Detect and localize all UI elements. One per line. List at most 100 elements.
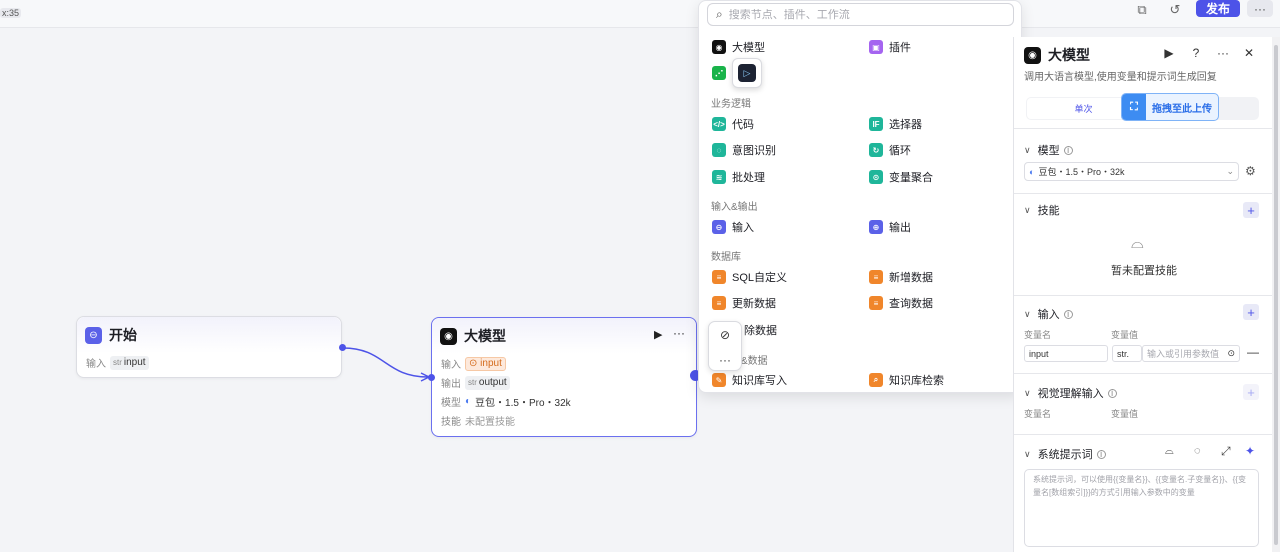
vision-col-name-label: 变量名 [1024, 409, 1052, 419]
kb-write-icon: ✎ [712, 373, 726, 387]
skills-section[interactable]: ∨ 技能 [1024, 202, 1060, 218]
section-knowledge: &数据 [741, 356, 768, 367]
run-icon[interactable]: ▶ [1161, 46, 1177, 60]
input-icon: ⊖ [712, 220, 726, 234]
picker-item-batch[interactable]: ≋ 批处理 [712, 168, 765, 186]
node-config-panel: ◉ 大模型 ▶ ? ··· ✕ 调用大语言模型,使用变量和提示词生成回复 单次 … [1013, 37, 1273, 552]
picker-item-input[interactable]: ⊖ 输入 [712, 218, 754, 236]
vision-col-value-label: 变量值 [1111, 409, 1139, 419]
info-icon: i [1063, 309, 1073, 319]
picker-item-db-add[interactable]: ≡ 新增数据 [869, 268, 933, 286]
db-update-icon: ≡ [712, 296, 726, 310]
hide-icon[interactable]: ⊘ [709, 322, 741, 347]
picker-item-intent[interactable]: ◌ 意图识别 [712, 141, 776, 159]
section-business-logic: 业务逻辑 [711, 99, 751, 110]
add-vision-input-button[interactable]: + [1243, 384, 1259, 400]
input-value-field[interactable]: 输入或引用参数值 ⊙ [1142, 345, 1240, 362]
picker-item-workflow[interactable]: ⋰ [712, 64, 732, 82]
expand-icon[interactable]: ⤢ [1221, 444, 1231, 459]
bulb-icon[interactable]: ◌ [1194, 445, 1201, 457]
reference-icon: ⊙ [1227, 348, 1235, 358]
add-input-button[interactable]: + [1243, 304, 1259, 320]
chevron-down-icon: ⌄ [1226, 166, 1234, 176]
floating-mini-toolbar: ⊘ ··· [708, 321, 742, 371]
col-value-label: 变量值 [1111, 330, 1139, 340]
output-chip: str output [465, 375, 510, 390]
ai-sparkle-icon[interactable]: ✦ [1245, 444, 1255, 458]
sql-icon: ≡ [712, 270, 726, 284]
picker-item-db-delete[interactable]: 除数据 [744, 321, 777, 339]
system-prompt-section[interactable]: ∨ 系统提示词 i [1024, 446, 1106, 462]
input-name-field[interactable]: input [1024, 345, 1108, 362]
settings-icon[interactable]: ⚙ [1245, 164, 1256, 178]
panel-scrollbar[interactable] [1272, 37, 1280, 552]
system-prompt-textarea[interactable]: 系统提示词，可以使用{{变量名}}、{{变量名.子变量名}}、{{变量名[数组索… [1024, 469, 1259, 547]
start-node-header: ⊖ 开始 [77, 317, 341, 353]
close-icon[interactable]: ✕ [1241, 46, 1257, 60]
section-io: 输入&输出 [711, 202, 758, 213]
node-search[interactable]: ⌕ [707, 3, 1014, 26]
run-icon[interactable]: ▶ [654, 328, 662, 341]
db-add-icon: ≡ [869, 270, 883, 284]
panel-more-icon[interactable]: ··· [1215, 46, 1231, 60]
llm-output-row: 输出 str output [432, 373, 696, 392]
batch-icon: ≋ [712, 170, 726, 184]
panel-description: 调用大语言模型,使用变量和提示词生成回复 [1024, 72, 1217, 83]
llm-icon: ◉ [440, 327, 457, 345]
node-more-icon[interactable]: ··· [673, 326, 685, 340]
input-ref-chip: ⊙ input [465, 356, 506, 371]
picker-item-plugin[interactable]: ▣ 插件 [869, 38, 911, 56]
variable-chip: str input [110, 355, 149, 370]
llm-skill-row: 技能 未配置技能 [441, 417, 515, 428]
start-output-port[interactable] [339, 344, 346, 351]
llm-input-port[interactable] [428, 374, 435, 381]
output-icon: ⊕ [869, 220, 883, 234]
add-skill-button[interactable]: + [1243, 202, 1259, 218]
divider [1014, 434, 1273, 435]
panel-header: ◉ 大模型 [1024, 45, 1090, 65]
picker-item-code[interactable]: </> 代码 [712, 115, 754, 133]
start-node[interactable]: ⊖ 开始 输入 str input [76, 316, 342, 378]
db-query-icon: ≡ [869, 296, 883, 310]
divider [1014, 295, 1273, 296]
chevron-down-icon: ∨ [1024, 308, 1031, 319]
input-type-select[interactable]: str. [1112, 345, 1142, 362]
picker-item-output[interactable]: ⊕ 输出 [869, 218, 911, 236]
picker-item-db-query[interactable]: ≡ 查询数据 [869, 294, 933, 312]
picker-item-llm[interactable]: ◉ 大模型 [712, 38, 765, 56]
picker-item-aggregate[interactable]: ⊙ 变量聚合 [869, 168, 933, 186]
plugin-icon: ▣ [869, 40, 883, 54]
model-section[interactable]: ∨ 模型 i [1024, 142, 1073, 158]
picker-item-kb-search[interactable]: ⌕ 知识库检索 [869, 371, 944, 389]
start-node-title: 开始 [109, 327, 137, 343]
dragging-node-card[interactable]: ▷ [732, 58, 762, 88]
section-database: 数据库 [711, 252, 741, 263]
chevron-down-icon: ∨ [1024, 448, 1031, 459]
help-icon[interactable]: ? [1188, 46, 1204, 60]
chevron-down-icon: ∨ [1024, 387, 1031, 398]
info-icon: i [1107, 388, 1117, 398]
empty-box-icon: ⌓ [1131, 235, 1144, 252]
template-icon[interactable]: ⌓ [1165, 445, 1174, 458]
llm-node[interactable]: ◉ 大模型 ▶ ··· 输入 ⊙ input 输出 str output 模型 … [431, 317, 697, 437]
workflow-icon: ⋰ [712, 66, 726, 80]
doubao-icon: ◐ [465, 396, 472, 407]
chevron-down-icon: ∨ [1024, 144, 1031, 155]
vision-section[interactable]: ∨ 视觉理解输入 i [1024, 385, 1117, 401]
dragged-node-icon: ▷ [738, 64, 756, 82]
picker-item-selector[interactable]: IF 选择器 [869, 115, 922, 133]
input-section[interactable]: ∨ 输入 i [1024, 306, 1073, 322]
if-icon: IF [869, 117, 883, 131]
remove-icon[interactable]: — [1247, 345, 1259, 359]
mini-more-icon[interactable]: ··· [709, 347, 741, 372]
picker-item-db-update[interactable]: ≡ 更新数据 [712, 294, 776, 312]
model-select[interactable]: ◐ 豆包・1.5・Pro・32k ⌄ [1024, 162, 1239, 181]
node-search-input[interactable] [728, 8, 989, 21]
llm-icon: ◉ [1024, 46, 1041, 64]
llm-icon: ◉ [712, 40, 726, 54]
picker-item-loop[interactable]: ↻ 循环 [869, 141, 911, 159]
picker-item-sql[interactable]: ≡ SQL自定义 [712, 268, 787, 286]
drag-upload-chip[interactable]: ⛶ 拖拽至此上传 [1121, 93, 1219, 121]
aggregate-icon: ⊙ [869, 170, 883, 184]
picker-item-kb-write[interactable]: ✎ 知识库写入 [712, 371, 787, 389]
